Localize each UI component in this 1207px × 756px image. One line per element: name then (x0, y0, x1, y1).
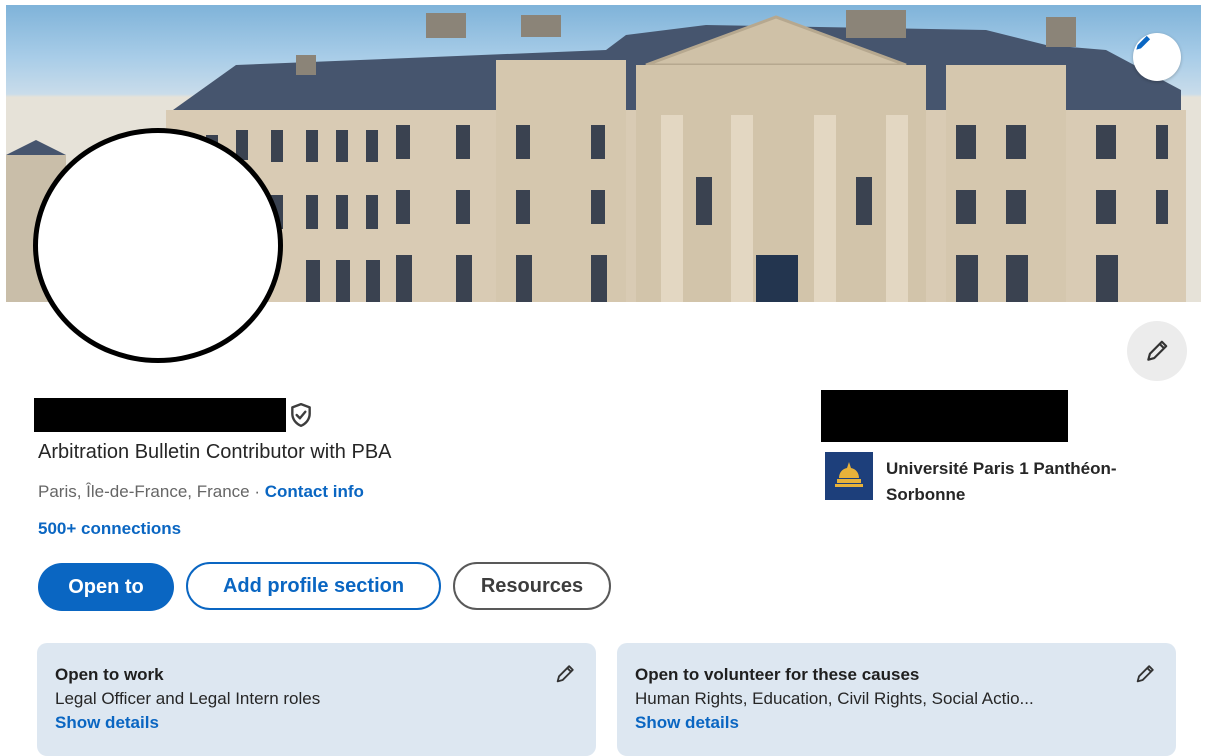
pantheon-dome-icon (825, 452, 873, 500)
add-profile-section-button[interactable]: Add profile section (186, 562, 441, 610)
open-to-volunteer-card: Open to volunteer for these causes Human… (617, 643, 1176, 756)
university-logo[interactable] (825, 452, 873, 500)
pencil-icon (1147, 340, 1168, 361)
contact-info-link[interactable]: Contact info (265, 482, 364, 501)
edit-cover-button[interactable] (1133, 33, 1181, 81)
pencil-icon (1136, 35, 1151, 50)
university-name[interactable]: Université Paris 1 Panthéon-Sorbonne (886, 456, 1186, 508)
open-to-button[interactable]: Open to (38, 563, 174, 611)
resources-button[interactable]: Resources (453, 562, 611, 610)
edit-intro-button[interactable] (1127, 321, 1187, 381)
show-details-link[interactable]: Show details (55, 711, 578, 735)
pencil-icon[interactable] (1134, 663, 1156, 685)
profile-location: Paris, Île-de-France, France · (38, 482, 265, 501)
card-subtitle: Legal Officer and Legal Intern roles (55, 689, 321, 708)
card-title: Open to work (55, 665, 164, 684)
pencil-icon[interactable] (554, 663, 576, 685)
card-subtitle: Human Rights, Education, Civil Rights, S… (635, 689, 1034, 708)
shield-check-icon[interactable] (288, 402, 314, 428)
connections-link[interactable]: 500+ connections (38, 519, 181, 539)
profile-name-redacted (34, 398, 286, 432)
show-details-link[interactable]: Show details (635, 711, 1158, 735)
current-position-redacted (821, 390, 1068, 442)
profile-photo[interactable] (33, 128, 283, 363)
card-title: Open to volunteer for these causes (635, 665, 920, 684)
profile-location-line: Paris, Île-de-France, France · Contact i… (38, 482, 364, 502)
open-to-work-card: Open to work Legal Officer and Legal Int… (37, 643, 596, 756)
profile-headline: Arbitration Bulletin Contributor with PB… (38, 441, 392, 463)
